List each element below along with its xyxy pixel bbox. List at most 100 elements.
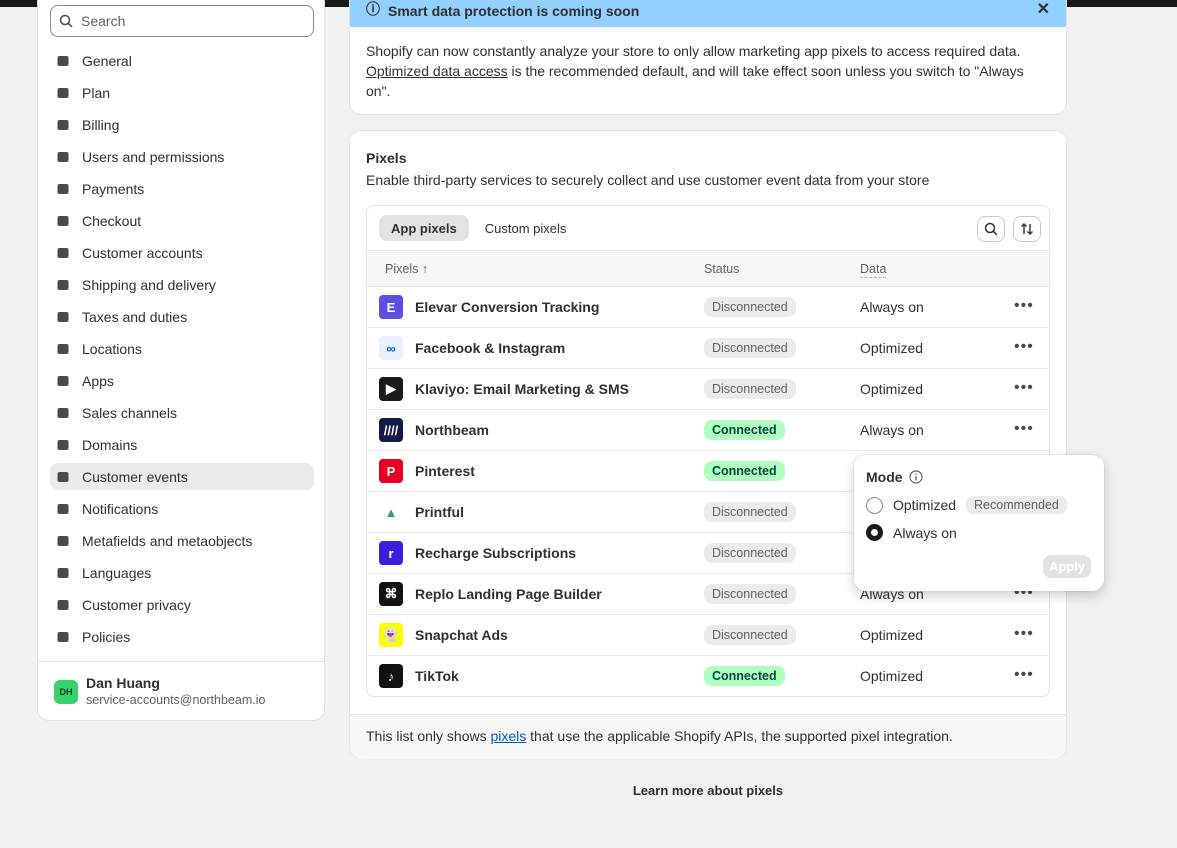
sidebar-item-customer-privacy[interactable]: Customer privacy — [50, 591, 314, 618]
sidebar-item-metafields-and-metaobjects[interactable]: Metafields and metaobjects — [50, 527, 314, 554]
data-mode[interactable]: Always on — [860, 422, 924, 438]
avatar: DH — [54, 680, 78, 704]
optimized-data-access-link[interactable]: Optimized data access — [366, 63, 508, 79]
sidebar-item-domains[interactable]: Domains — [50, 431, 314, 458]
pixel-name[interactable]: Snapchat Ads — [415, 627, 508, 643]
pixel-name[interactable]: Elevar Conversion Tracking — [415, 299, 599, 315]
data-mode[interactable]: Optimized — [860, 668, 923, 684]
sidebar-item-sales-channels[interactable]: Sales channels — [50, 399, 314, 426]
status-badge: Disconnected — [704, 584, 796, 604]
pixel-name[interactable]: Klaviyo: Email Marketing & SMS — [415, 381, 629, 397]
sidebar-item-shipping-and-delivery[interactable]: Shipping and delivery — [50, 271, 314, 298]
more-actions-icon[interactable]: ••• — [1014, 338, 1034, 356]
events-icon — [56, 470, 70, 484]
truck-icon — [56, 278, 70, 292]
table-row[interactable]: E Elevar Conversion Tracking Disconnected A… — [367, 287, 1049, 328]
pixel-name[interactable]: Recharge Subscriptions — [415, 545, 576, 561]
col-status: Status — [704, 262, 740, 276]
table-row[interactable]: 👻 Snapchat Ads Disconnected Optimized ••• — [367, 615, 1049, 656]
table-row[interactable]: //// Northbeam Connected Always on ••• — [367, 410, 1049, 451]
sidebar-item-checkout[interactable]: Checkout — [50, 207, 314, 234]
more-actions-icon[interactable]: ••• — [1014, 420, 1034, 438]
option-label: Optimized — [893, 497, 957, 513]
sidebar-item-users-and-permissions[interactable]: Users and permissions — [50, 143, 314, 170]
person-icon — [56, 246, 70, 260]
sort-button[interactable] — [1013, 216, 1041, 242]
smart-data-banner: ⓘ Smart data protection is coming soon ✕… — [349, 0, 1067, 115]
always-on-radio[interactable] — [866, 524, 883, 541]
banner-text: Shopify can now constantly analyze your … — [366, 43, 1021, 59]
lock-icon — [56, 598, 70, 612]
app-logo-icon: ⌘ — [379, 582, 403, 606]
tax-icon — [56, 310, 70, 324]
table-row[interactable]: ∞ Facebook & Instagram Disconnected Optimiz… — [367, 328, 1049, 369]
users-icon — [56, 150, 70, 164]
pixels-link[interactable]: pixels — [490, 728, 526, 744]
sidebar-item-label: Customer privacy — [82, 596, 191, 613]
sidebar-item-apps[interactable]: Apps — [50, 367, 314, 394]
table-row[interactable]: ♪ TikTok Connected Optimized ••• — [367, 656, 1049, 696]
sidebar-item-notifications[interactable]: Notifications — [50, 495, 314, 522]
app-logo-icon: P — [379, 459, 403, 483]
pixel-name[interactable]: Printful — [415, 504, 464, 520]
pixel-name[interactable]: Northbeam — [415, 422, 489, 438]
sidebar-item-label: Apps — [82, 372, 114, 389]
sidebar-item-customer-events[interactable]: Customer events — [50, 463, 314, 490]
more-actions-icon[interactable]: ••• — [1014, 625, 1034, 643]
card-title: Pixels — [366, 150, 407, 166]
sidebar-item-languages[interactable]: Languages — [50, 559, 314, 586]
more-actions-icon[interactable]: ••• — [1014, 297, 1034, 315]
status-badge: Disconnected — [704, 502, 796, 522]
more-actions-icon[interactable]: ••• — [1014, 666, 1034, 684]
data-mode[interactable]: Always on — [860, 299, 924, 315]
settings-sidebar: Search General Plan Billing Users and permi… — [37, 0, 325, 721]
search-button[interactable] — [977, 216, 1005, 242]
sidebar-item-billing[interactable]: Billing — [50, 111, 314, 138]
option-optimized[interactable]: Optimized Recommended — [866, 496, 1067, 514]
info-icon[interactable] — [908, 470, 923, 484]
domains-icon — [56, 438, 70, 452]
app-logo-icon: 👻 — [379, 623, 403, 647]
pixel-name[interactable]: Facebook & Instagram — [415, 340, 565, 356]
data-mode[interactable]: Optimized — [860, 340, 923, 356]
sort-icon — [1021, 223, 1033, 235]
option-always-on[interactable]: Always on — [866, 524, 957, 541]
sidebar-item-policies[interactable]: Policies — [50, 623, 314, 650]
data-mode[interactable]: Optimized — [860, 381, 923, 397]
billing-icon — [56, 118, 70, 132]
search-input[interactable]: Search — [50, 5, 314, 37]
banner-header: ⓘ Smart data protection is coming soon ✕ — [350, 0, 1066, 27]
pixel-name[interactable]: Pinterest — [415, 463, 475, 479]
info-icon: ⓘ — [366, 1, 380, 17]
sidebar-item-customer-accounts[interactable]: Customer accounts — [50, 239, 314, 266]
status-badge: Connected — [704, 461, 785, 481]
sidebar-item-plan[interactable]: Plan — [50, 79, 314, 106]
learn-more-link[interactable]: Learn more about pixels — [349, 783, 1067, 798]
sidebar-item-taxes-and-duties[interactable]: Taxes and duties — [50, 303, 314, 330]
apply-button[interactable]: Apply — [1043, 555, 1091, 578]
tab-app-pixels[interactable]: App pixels — [379, 215, 469, 241]
sidebar-item-payments[interactable]: Payments — [50, 175, 314, 202]
card-subtitle: Enable third-party services to securely … — [366, 172, 930, 188]
app-logo-icon: ▲ — [379, 500, 403, 524]
app-logo-icon: ▶ — [379, 377, 403, 401]
user-profile[interactable]: DH Dan Huang service-accounts@northbeam.… — [38, 661, 324, 720]
tab-custom-pixels[interactable]: Custom pixels — [473, 215, 579, 241]
data-mode[interactable]: Optimized — [860, 627, 923, 643]
col-pixels[interactable]: Pixels ↑ — [385, 262, 428, 276]
sidebar-item-general[interactable]: General — [50, 47, 314, 74]
pixel-name[interactable]: Replo Landing Page Builder — [415, 586, 602, 602]
pixel-name[interactable]: TikTok — [415, 668, 459, 684]
footer-text-after: that use the applicable Shopify APIs, th… — [526, 728, 953, 744]
status-badge: Disconnected — [704, 379, 796, 399]
popover-title: Mode — [866, 469, 923, 485]
table-row[interactable]: ▶ Klaviyo: Email Marketing & SMS Disconnec… — [367, 369, 1049, 410]
sidebar-item-label: Billing — [82, 116, 120, 133]
close-icon[interactable]: ✕ — [1037, 0, 1050, 19]
more-actions-icon[interactable]: ••• — [1014, 379, 1034, 397]
optimized-radio[interactable] — [866, 496, 883, 514]
sidebar-item-label: Customer events — [82, 468, 188, 485]
sidebar-item-locations[interactable]: Locations — [50, 335, 314, 362]
bell-icon — [56, 502, 70, 516]
location-icon — [56, 342, 70, 356]
